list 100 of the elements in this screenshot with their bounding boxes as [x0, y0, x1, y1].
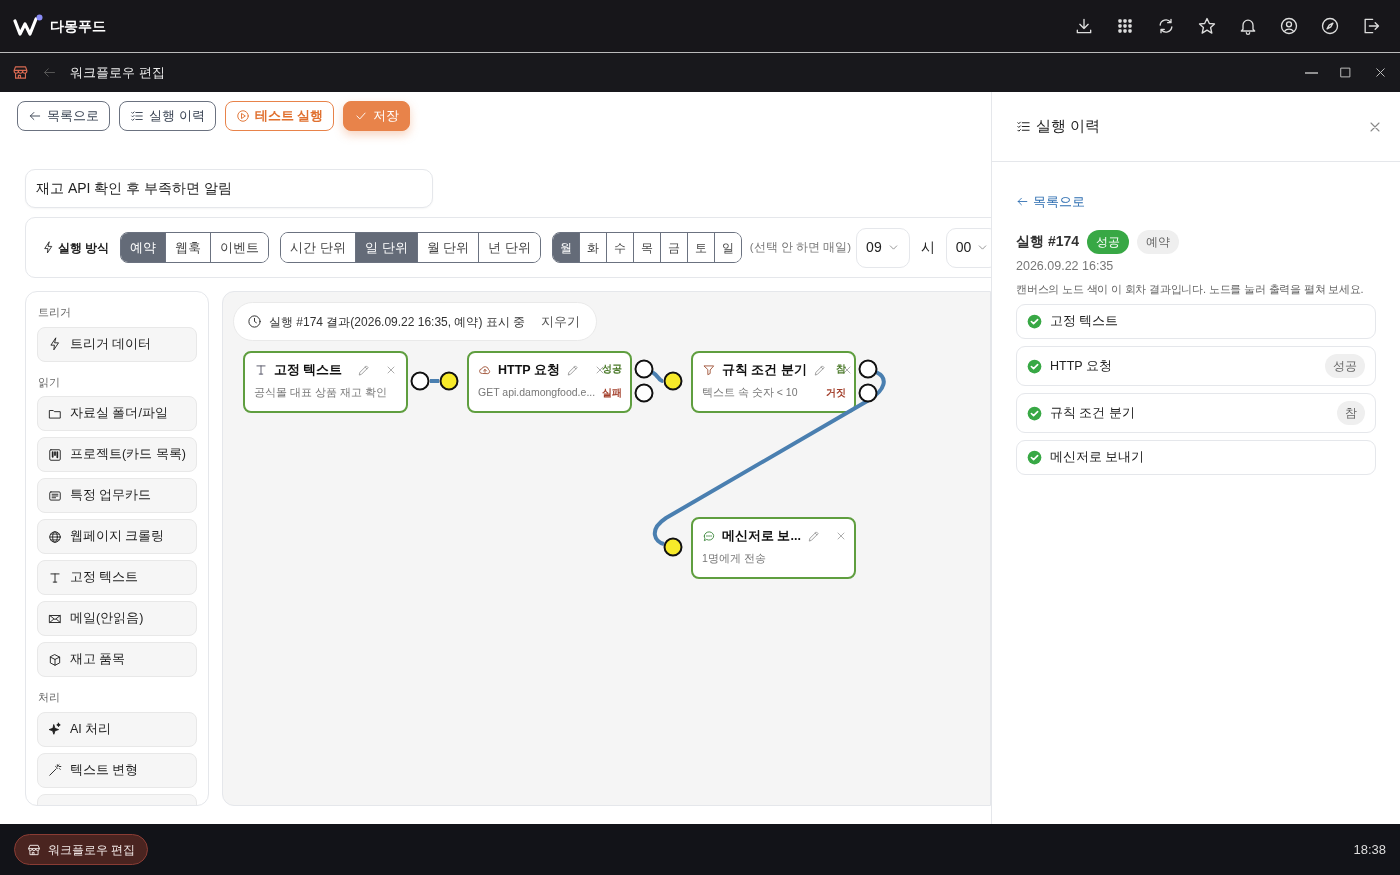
status-badge: 성공 — [1087, 229, 1130, 254]
history-button[interactable]: 실행 이력 — [119, 101, 216, 131]
port-label: 참 — [836, 364, 846, 374]
step-row[interactable]: HTTP 요청 성공 — [1016, 346, 1376, 386]
step-result: 참 — [1337, 401, 1365, 425]
text-icon — [254, 363, 268, 378]
window-title: 워크플로우 편집 — [70, 63, 165, 82]
palette-item[interactable]: 메일(안읽음) — [37, 601, 197, 636]
output-port[interactable] — [634, 359, 654, 379]
node-subtitle: 텍스트 속 숫자 < 10 — [702, 384, 798, 400]
palette-item[interactable]: 웹페이지 크롤링 — [37, 519, 197, 554]
pencil-icon — [565, 363, 580, 378]
clock: 18:38 — [1353, 840, 1386, 859]
output-port[interactable] — [634, 383, 654, 403]
output-port[interactable] — [410, 371, 430, 391]
output-port[interactable] — [858, 359, 878, 379]
board-icon — [48, 447, 62, 462]
chat-icon — [702, 529, 716, 544]
palette-item[interactable]: 고정 텍스트 — [37, 560, 197, 595]
step-name: 규칙 조건 분기 — [1050, 404, 1135, 422]
logo-icon — [13, 14, 43, 38]
palette-item[interactable]: 특정 업무카드 — [37, 478, 197, 513]
store-icon — [27, 842, 41, 857]
port-label: 성공 — [602, 364, 622, 374]
apps-grid-icon — [1115, 16, 1135, 36]
palette-item[interactable]: 프로젝트(카드 목록) — [37, 437, 197, 472]
day-option[interactable]: 월 — [552, 233, 579, 262]
run-date: 2026.09.22 16:35 — [1016, 257, 1115, 275]
minute-select[interactable]: 00 — [945, 227, 991, 268]
user-button[interactable] — [1279, 16, 1299, 36]
run-note: 캔버스의 노드 색이 이 회차 결과입니다. 노드를 눌러 출력을 펼쳐 보세요. — [1016, 281, 1365, 297]
node-title: 규칙 조건 분기 — [722, 362, 807, 379]
node-subtitle: GET api.damongfood.e... — [478, 384, 596, 400]
clear-button[interactable]: 지우기 — [539, 311, 583, 332]
hour-select[interactable]: 09 — [856, 227, 910, 268]
pencil-icon — [806, 529, 821, 544]
port-label: 실패 — [602, 388, 622, 398]
back-arrow-icon — [42, 65, 57, 80]
palette-item[interactable]: 텍스트 변형 — [37, 752, 197, 788]
apps-grid-button[interactable] — [1115, 16, 1135, 36]
magic-wand-icon — [48, 763, 62, 777]
node-subtitle: 공식몰 대표 상품 재고 확인 — [254, 384, 387, 400]
step-name: 고정 텍스트 — [1050, 313, 1119, 331]
compass-icon — [1320, 16, 1340, 36]
store-icon — [12, 64, 29, 81]
port-label: 거짓 — [826, 388, 846, 398]
section-title: 처리 — [38, 690, 61, 705]
download-icon — [1074, 16, 1094, 36]
play-icon — [235, 109, 250, 123]
star-icon — [1197, 16, 1217, 36]
back-to-list-button[interactable]: 목록으로 — [17, 101, 110, 131]
back-to-list-link[interactable]: 목록으로 — [1016, 192, 1085, 212]
palette-item[interactable]: 트리거 데이터 — [37, 326, 197, 362]
star-button[interactable] — [1197, 16, 1217, 36]
workflow-name-field[interactable]: 재고 API 확인 후 부족하면 알림 — [25, 169, 433, 208]
close-button[interactable] — [1373, 65, 1388, 80]
maximize-button[interactable] — [1338, 65, 1353, 80]
pencil-icon — [357, 363, 371, 378]
unit-option[interactable]: 년 단위 — [478, 233, 540, 262]
download-button[interactable] — [1074, 16, 1094, 36]
box-icon — [48, 652, 62, 667]
back-arrow-icon — [28, 109, 42, 123]
banner-text: 실행 #174 결과(2026.09.22 16:35, 예약) 표시 중 — [269, 313, 526, 331]
palette-item[interactable]: AI 처리 — [37, 711, 197, 747]
step-result: 성공 — [1325, 354, 1365, 378]
card-icon — [48, 488, 62, 503]
node-title: HTTP 요청 — [498, 362, 560, 379]
checklist-icon — [130, 109, 144, 123]
clock-icon — [247, 314, 262, 329]
input-port[interactable] — [663, 537, 683, 557]
section-title: 트리거 — [38, 305, 72, 320]
connection-line — [430, 379, 439, 383]
text-icon — [48, 570, 62, 585]
input-port[interactable] — [439, 371, 459, 391]
palette-item[interactable]: 자료실 폴더/파일 — [37, 396, 197, 431]
unit-option[interactable]: 일 단위 — [354, 233, 417, 262]
step-row[interactable]: 고정 텍스트 — [1016, 304, 1376, 339]
palette-item[interactable]: 재고 품목 — [37, 642, 197, 677]
node-title: 메신저로 보... — [722, 528, 801, 545]
close-icon — [1373, 65, 1388, 80]
checklist-icon — [1016, 119, 1031, 134]
maximize-icon — [1338, 65, 1353, 80]
output-port[interactable] — [858, 383, 878, 403]
run-title: 실행 #174 — [1016, 232, 1080, 252]
day-option[interactable]: 일 — [713, 233, 741, 262]
mode-option[interactable]: 이벤트 — [210, 233, 269, 262]
lightning-icon — [48, 337, 62, 351]
input-port[interactable] — [663, 371, 683, 391]
panel-title: 실행 이력 — [1036, 116, 1101, 137]
step-name: 메신저로 보내기 — [1050, 449, 1145, 467]
step-row[interactable]: 메신저로 보내기 — [1016, 440, 1376, 475]
mode-option[interactable]: 예약 — [121, 233, 166, 262]
taskbar-app-button[interactable]: 워크플로우 편집 — [14, 834, 149, 865]
app-name: 다몽푸드 — [49, 16, 106, 36]
step-row[interactable]: 규칙 조건 분기 참 — [1016, 393, 1376, 433]
user-icon — [1279, 16, 1299, 36]
trigger-badge: 예약 — [1137, 229, 1180, 254]
minimize-icon — [1305, 71, 1318, 74]
globe-icon — [48, 529, 62, 544]
compass-button[interactable] — [1320, 16, 1340, 36]
